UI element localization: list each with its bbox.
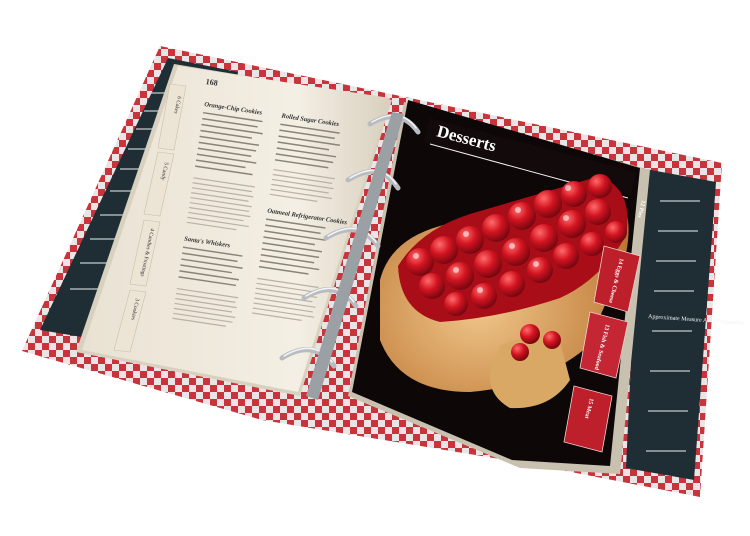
page-number: 168 [205, 77, 218, 88]
cookbook-photo: Approximate Measure After Preparation 6 … [22, 46, 745, 497]
